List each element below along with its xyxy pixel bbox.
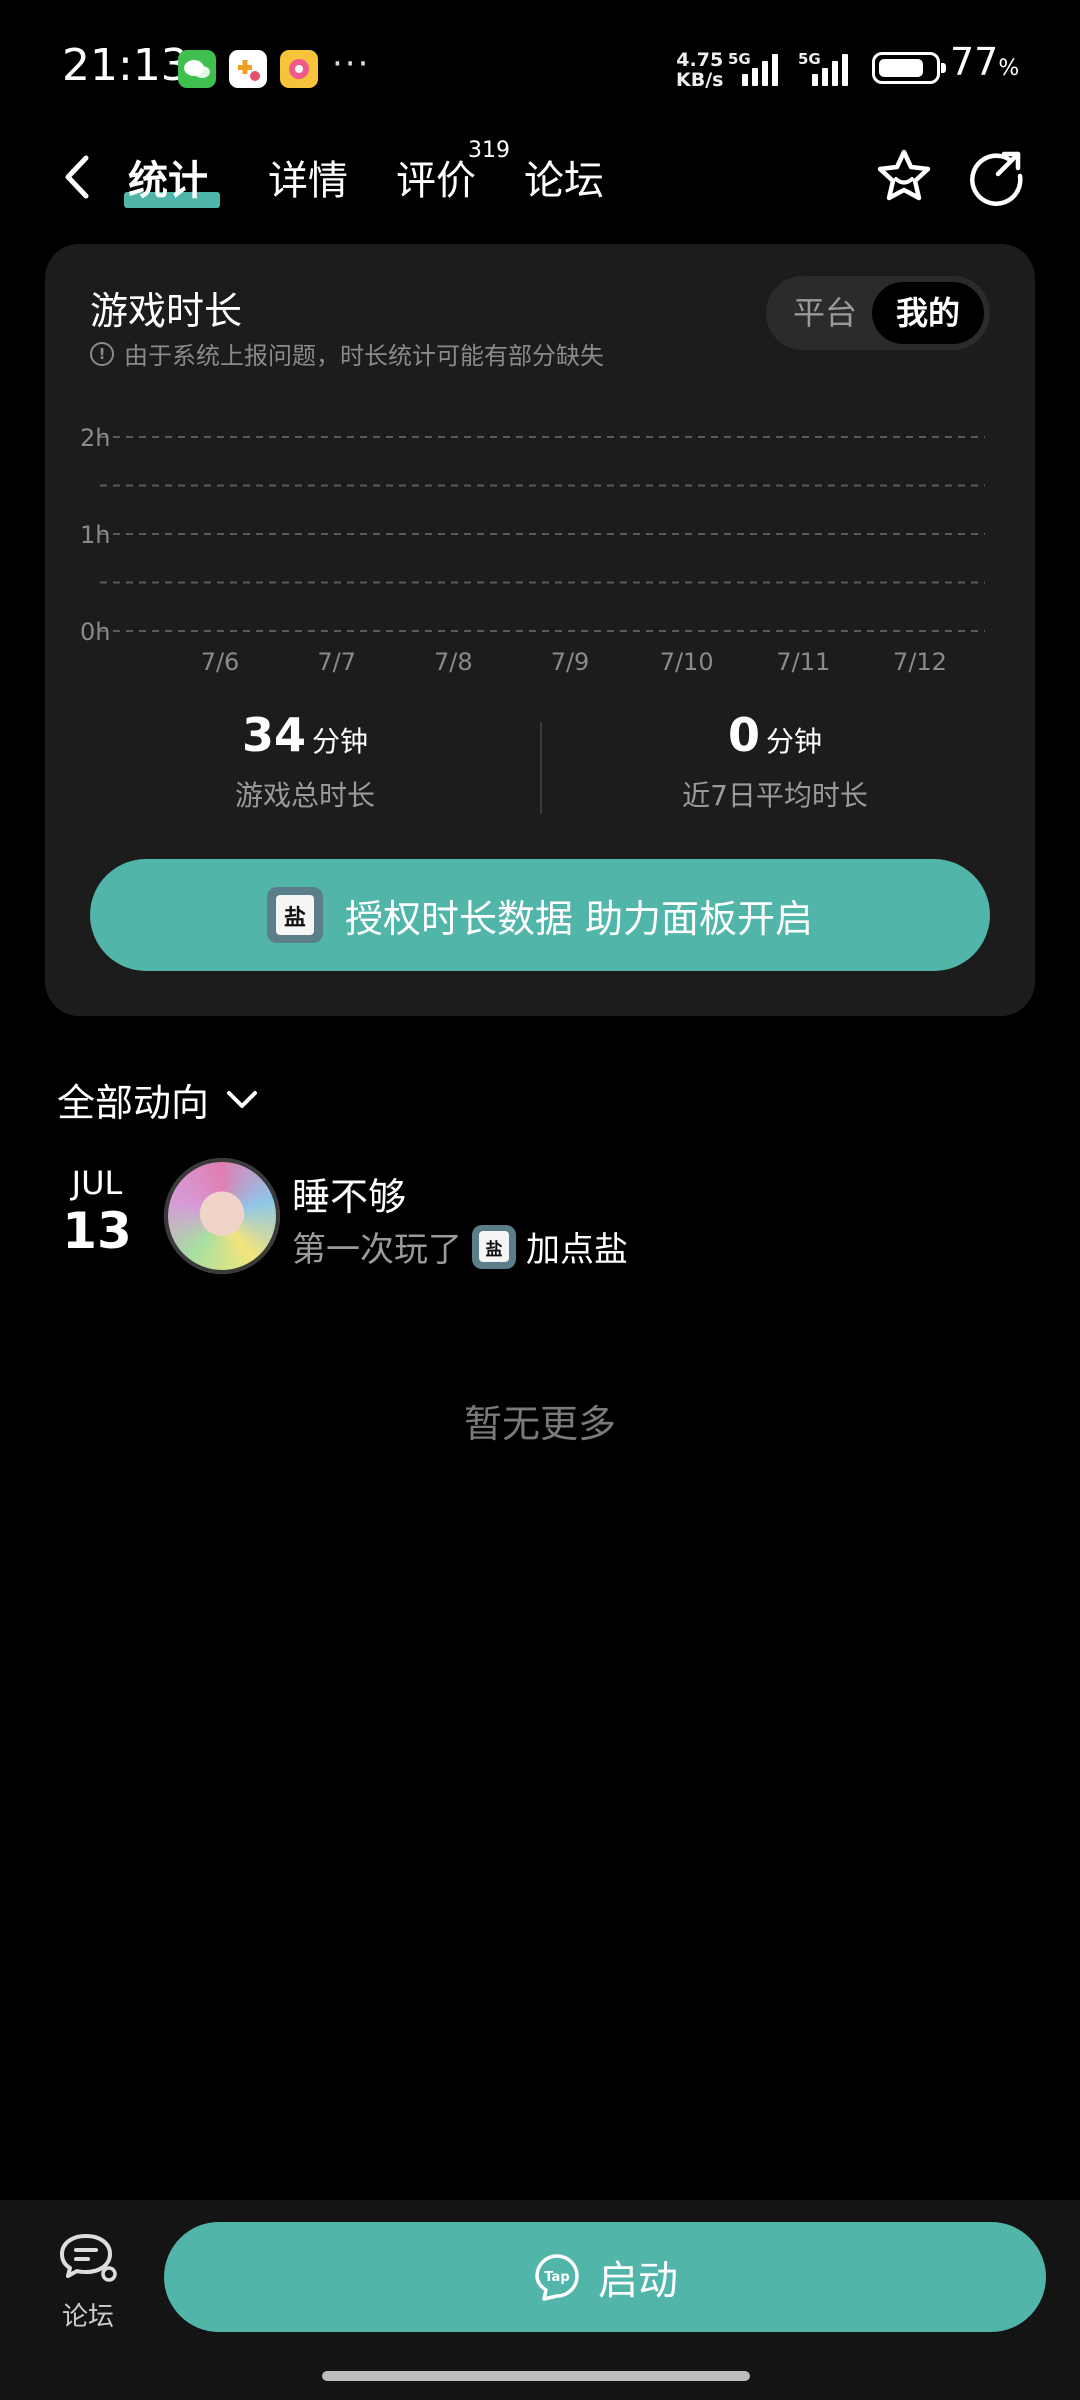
average-playtime-value: 0 bbox=[727, 708, 760, 762]
tap-logo-icon: Tap bbox=[535, 2254, 579, 2301]
chart-x-tick-label: 7/12 bbox=[893, 648, 947, 676]
activity-filter-label: 全部动向 bbox=[57, 1081, 210, 1125]
total-playtime-unit: 分钟 bbox=[312, 725, 369, 758]
card-note-text: 由于系统上报问题，时长统计可能有部分缺失 bbox=[124, 342, 604, 370]
game-icon bbox=[266, 887, 323, 943]
activity-filter-dropdown[interactable]: 全部动向 bbox=[57, 1072, 259, 1127]
share-icon bbox=[970, 151, 1023, 206]
activity-description: 第一次玩了 加点盐 bbox=[292, 1222, 628, 1271]
tap-logo-text: Tap bbox=[544, 2270, 569, 2285]
forum-icon bbox=[60, 2234, 117, 2282]
network-speed: 4.75 KB/s bbox=[676, 49, 724, 91]
activity-game-name[interactable]: 加点盐 bbox=[526, 1222, 628, 1271]
total-playtime: 34 分钟 游戏总时长 bbox=[150, 708, 460, 814]
review-count-badge: 319 bbox=[468, 138, 510, 163]
favorite-button[interactable] bbox=[874, 146, 934, 206]
chevron-down-icon bbox=[227, 1090, 258, 1108]
user-name[interactable]: 睡不够 bbox=[292, 1166, 406, 1221]
no-more-text: 暂无更多 bbox=[463, 1402, 616, 1446]
chart-y-tick-label: 2h bbox=[80, 424, 110, 452]
total-playtime-value: 34 bbox=[241, 708, 306, 762]
chart-y-tick-label: 1h bbox=[80, 521, 110, 549]
stats-divider bbox=[540, 722, 542, 814]
star-icon bbox=[877, 149, 931, 201]
forum-label: 论坛 bbox=[61, 2302, 114, 2332]
home-indicator[interactable] bbox=[322, 2371, 750, 2381]
more-notifications-icon: ··· bbox=[332, 44, 371, 84]
back-button[interactable] bbox=[58, 152, 98, 202]
activity-action: 第一次玩了 bbox=[292, 1230, 462, 1270]
signal-1-icon bbox=[742, 52, 778, 86]
chevron-left-icon bbox=[65, 155, 89, 199]
chart-y-tick-label: 0h bbox=[80, 618, 110, 646]
game-icon bbox=[472, 1224, 516, 1269]
wechat-notification-icon bbox=[178, 50, 216, 88]
status-time: 21:13 bbox=[62, 40, 189, 91]
share-button[interactable] bbox=[966, 146, 1026, 206]
launch-button[interactable]: Tap 启动 bbox=[164, 2222, 1046, 2332]
signal-2-icon bbox=[812, 52, 848, 86]
photo-app-notification-icon bbox=[280, 50, 318, 88]
toggle-platform[interactable]: 平台 bbox=[780, 282, 870, 344]
chart-x-tick-label: 7/7 bbox=[317, 648, 356, 676]
battery-icon bbox=[872, 52, 946, 84]
average-playtime: 0 分钟 近7日平均时长 bbox=[620, 708, 930, 814]
authorize-playtime-button[interactable]: 授权时长数据 助力面板开启 bbox=[90, 859, 990, 971]
tab-details[interactable]: 详情 bbox=[268, 148, 348, 206]
chart-x-tick-label: 7/11 bbox=[776, 648, 830, 676]
card-note: ! 由于系统上报问题，时长统计可能有部分缺失 bbox=[90, 336, 604, 371]
chart-x-tick-label: 7/9 bbox=[551, 648, 590, 676]
forum-button[interactable] bbox=[56, 2230, 120, 2290]
playtime-chart: 0h 1h 2h 7/6 7/7 7/8 7/9 7/10 7/11 7/12 bbox=[80, 424, 985, 676]
tab-reviews[interactable]: 评价 bbox=[396, 148, 476, 206]
activity-day: 13 bbox=[62, 1202, 132, 1260]
average-playtime-label: 近7日平均时长 bbox=[682, 779, 868, 812]
tab-forum[interactable]: 论坛 bbox=[524, 148, 604, 206]
card-title: 游戏时长 bbox=[90, 289, 243, 333]
launch-label: 启动 bbox=[598, 2258, 678, 2304]
chart-x-tick-label: 7/10 bbox=[660, 648, 714, 676]
info-icon: ! bbox=[90, 341, 114, 366]
total-playtime-label: 游戏总时长 bbox=[234, 779, 375, 812]
average-playtime-unit: 分钟 bbox=[766, 725, 823, 758]
source-toggle: 平台 我的 bbox=[766, 276, 990, 350]
toggle-mine[interactable]: 我的 bbox=[872, 282, 984, 344]
authorize-button-label: 授权时长数据 助力面板开启 bbox=[344, 896, 814, 941]
tab-stats[interactable]: 统计 bbox=[128, 148, 208, 206]
avatar[interactable] bbox=[164, 1158, 280, 1274]
activity-month: JUL bbox=[71, 1164, 123, 1202]
chart-x-tick-label: 7/8 bbox=[434, 648, 473, 676]
health-app-notification-icon bbox=[229, 50, 267, 88]
chart-x-tick-label: 7/6 bbox=[201, 648, 240, 676]
battery-percent: 77% bbox=[950, 40, 1020, 84]
